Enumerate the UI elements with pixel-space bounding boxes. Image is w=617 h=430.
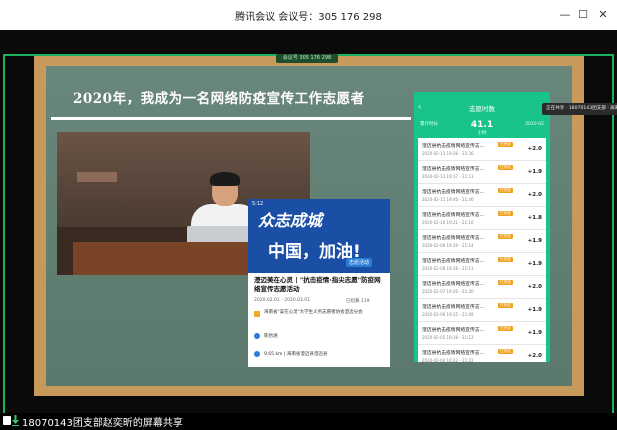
item-time: 2020-02-12 19:17 - 21:13	[422, 174, 474, 179]
hours-list-item[interactable]: 澄迈县抗击疫情网络宣传志... 已完成 2020-02-13 19:36 - 22:…	[418, 138, 546, 161]
volunteer-hours-screenshot: ‹ 志愿时数 累计时长 41.1 小时 2020-02 澄迈县抗击疫情网络宣传志…	[414, 92, 550, 362]
activity-date: 2020.02.01 - 2020.03.01	[254, 298, 311, 303]
item-points: +1.9	[527, 307, 542, 313]
hours-unit: 小时	[477, 131, 487, 136]
activity-org: 海南省"美在心灵"大学生义务志愿者协会澄迈分会	[264, 310, 363, 315]
status-badge: 已完成	[498, 188, 513, 193]
share-tooltip: 正在共享 · 18070143团支部 · 屏幕	[542, 103, 617, 115]
close-button[interactable]: ✕	[596, 8, 610, 22]
flag-icon	[254, 311, 260, 317]
activity-banner: 5:12 众志成城 中国，加油! 志愿活动	[248, 199, 390, 273]
item-name: 澄迈县抗击疫情网络宣传志...	[422, 328, 485, 333]
status-badge: 已完成	[498, 257, 513, 262]
hours-list: 澄迈县抗击疫情网络宣传志... 已完成 2020-02-13 19:36 - 22:…	[418, 138, 546, 362]
status-badge: 已完成	[498, 142, 513, 147]
item-name: 澄迈县抗击疫情网络宣传志...	[422, 213, 485, 218]
item-points: +1.9	[527, 169, 542, 175]
item-time: 2020-02-09 19:19 - 21:14	[422, 243, 474, 248]
location-icon	[254, 351, 260, 357]
item-time: 2020-02-04 19:22 - 21:22	[422, 358, 474, 362]
hours-list-item[interactable]: 澄迈县抗击疫情网络宣传志... 已完成 2020-02-10 19:21 - 21:…	[418, 207, 546, 230]
hours-list-item[interactable]: 澄迈县抗击疫情网络宣传志... 已完成 2020-02-12 19:17 - 21:…	[418, 161, 546, 184]
status-badge: 已完成	[498, 349, 513, 354]
hours-list-item[interactable]: 澄迈县抗击疫情网络宣传志... 已完成 2020-02-11 19:40 - 21:…	[418, 184, 546, 207]
item-time: 2020-02-06 19:15 - 21:09	[422, 312, 474, 317]
item-time: 2020-02-10 19:21 - 21:10	[422, 220, 474, 225]
bottom-status-text: 18070143团支部赵奕昕的屏幕共享	[22, 418, 183, 429]
activity-badge: 志愿活动	[346, 258, 373, 267]
hours-title: 志愿时数	[469, 105, 495, 113]
status-badge: 已完成	[498, 234, 513, 239]
activity-address: 9.65 km | 海南省澄迈县澄迈县	[264, 352, 328, 357]
item-name: 澄迈县抗击疫情网络宣传志...	[422, 282, 485, 287]
item-name: 澄迈县抗击疫情网络宣传志...	[422, 144, 485, 149]
item-points: +2.0	[527, 353, 542, 359]
activity-count: 已招募 119	[346, 299, 370, 304]
item-name: 澄迈县抗击疫情网络宣传志...	[422, 190, 485, 195]
item-time: 2020-02-13 19:36 - 22:36	[422, 151, 474, 156]
item-time: 2020-02-05 19:18 - 21:12	[422, 335, 474, 340]
hours-header: ‹ 志愿时数 累计时长 41.1 小时 2020-02	[414, 92, 550, 136]
title-underline	[51, 117, 411, 120]
item-points: +1.8	[527, 215, 542, 221]
maximize-button[interactable]: ☐	[576, 8, 590, 22]
item-points: +2.0	[527, 146, 542, 152]
hours-list-item[interactable]: 澄迈县抗击疫情网络宣传志... 已完成 2020-02-09 19:19 - 21:…	[418, 230, 546, 253]
item-time: 2020-02-07 19:20 - 21:20	[422, 289, 474, 294]
activity-screenshot: 5:12 众志成城 中国，加油! 志愿活动 澄迈美在心灵 | "抗击疫情·指尖志…	[248, 199, 390, 367]
item-points: +2.0	[527, 192, 542, 198]
bottom-status-bar: 18070143团支部赵奕昕的屏幕共享	[0, 413, 617, 430]
item-name: 澄迈县抗击疫情网络宣传志...	[422, 259, 485, 264]
activity-heading: 澄迈美在心灵 | "抗击疫情·指尖志愿"防疫网络宣传志愿活动	[254, 276, 381, 293]
hours-list-item[interactable]: 澄迈县抗击疫情网络宣传志... 已完成 2020-02-04 19:22 - 21:…	[418, 345, 546, 362]
activity-contact: 陈怡涵	[264, 334, 278, 339]
status-badge: 已完成	[498, 326, 513, 331]
share-indicator[interactable]: 会议号 305 176 298	[276, 54, 338, 63]
item-time: 2020-02-08 19:16 - 21:11	[422, 266, 474, 271]
status-badge: 已完成	[498, 303, 513, 308]
item-points: +1.9	[527, 261, 542, 267]
status-badge: 已完成	[498, 165, 513, 170]
item-points: +1.9	[527, 330, 542, 336]
hours-list-item[interactable]: 澄迈县抗击疫情网络宣传志... 已完成 2020-02-06 19:15 - 21:…	[418, 299, 546, 322]
person-icon	[254, 333, 260, 339]
item-points: +2.0	[527, 284, 542, 290]
item-name: 澄迈县抗击疫情网络宣传志...	[422, 351, 485, 356]
slide-title: 2020年，我成为一名网络防疫宣传工作志愿者	[73, 91, 365, 107]
hours-month: 2020-02	[525, 122, 544, 127]
minimize-button[interactable]: —	[558, 8, 572, 22]
item-time: 2020-02-11 19:40 - 21:40	[422, 197, 474, 202]
hours-list-item[interactable]: 澄迈县抗击疫情网络宣传志... 已完成 2020-02-07 19:20 - 21:…	[418, 276, 546, 299]
status-badge: 已完成	[498, 211, 513, 216]
item-name: 澄迈县抗击疫情网络宣传志...	[422, 167, 485, 172]
screen-icon	[3, 416, 11, 425]
slogan-top: 众志成城	[258, 211, 323, 230]
hours-list-item[interactable]: 澄迈县抗击疫情网络宣传志... 已完成 2020-02-05 19:18 - 21:…	[418, 322, 546, 345]
download-icon	[12, 415, 19, 426]
item-name: 澄迈县抗击疫情网络宣传志...	[422, 305, 485, 310]
hours-list-item[interactable]: 澄迈县抗击疫情网络宣传志... 已完成 2020-02-08 19:16 - 21:…	[418, 253, 546, 276]
window-title: 腾讯会议 会议号：305 176 298	[235, 12, 382, 23]
item-points: +1.9	[527, 238, 542, 244]
title-bar: 腾讯会议 会议号：305 176 298 — ☐ ✕	[0, 0, 617, 30]
status-badge: 已完成	[498, 280, 513, 285]
item-name: 澄迈县抗击疫情网络宣传志...	[422, 236, 485, 241]
